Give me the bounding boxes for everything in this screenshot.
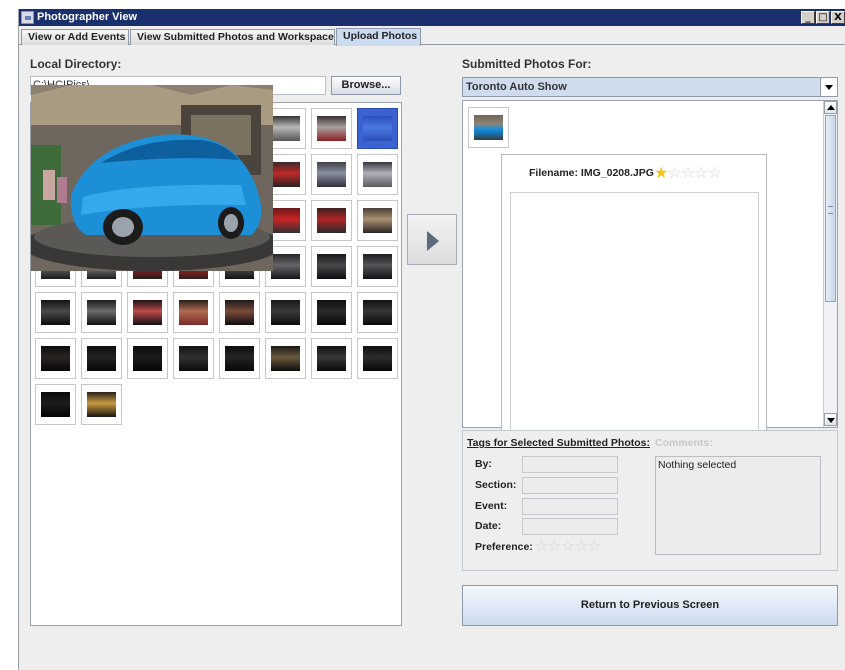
star-icon[interactable]: ☆ xyxy=(681,163,695,182)
by-field[interactable] xyxy=(522,456,618,473)
local-thumbnail[interactable] xyxy=(357,338,398,379)
date-field[interactable] xyxy=(522,518,618,535)
local-thumbnail[interactable] xyxy=(265,292,306,333)
section-label: Section: xyxy=(475,479,517,491)
local-thumbnail[interactable] xyxy=(35,292,76,333)
chevron-down-icon[interactable] xyxy=(820,78,837,96)
date-label: Date: xyxy=(475,520,502,532)
comments-textarea[interactable]: Nothing selected xyxy=(655,456,821,555)
java-app-icon xyxy=(21,11,34,24)
submitted-scrollbar[interactable] xyxy=(823,101,837,427)
star-icon[interactable]: ☆ xyxy=(707,163,721,182)
minimize-button[interactable]: _ xyxy=(801,11,815,24)
star-icon[interactable]: ★ xyxy=(654,163,668,182)
star-icon[interactable]: ☆ xyxy=(561,536,575,555)
local-thumbnail[interactable] xyxy=(311,154,352,195)
star-icon[interactable]: ☆ xyxy=(587,536,601,555)
local-thumbnail[interactable] xyxy=(35,384,76,425)
star-icon[interactable]: ☆ xyxy=(694,163,708,182)
local-thumbnail[interactable] xyxy=(219,292,260,333)
photographer-window: Photographer View _ □ X View or Add Even… xyxy=(18,9,845,670)
local-thumbnail[interactable] xyxy=(311,338,352,379)
local-directory-label: Local Directory: xyxy=(30,57,122,71)
local-thumbnail[interactable] xyxy=(357,200,398,241)
event-label: Event: xyxy=(475,500,508,512)
local-thumbnail[interactable] xyxy=(219,338,260,379)
preview-filename: Filename: IMG_0208.JPG xyxy=(529,167,654,179)
event-selected-value: Toronto Auto Show xyxy=(466,81,567,93)
return-to-previous-button[interactable]: Return to Previous Screen xyxy=(462,585,838,626)
section-field[interactable] xyxy=(522,477,618,494)
local-thumbnail[interactable] xyxy=(357,108,398,149)
tab-upload-photos[interactable]: Upload Photos xyxy=(336,28,421,46)
maximize-button[interactable]: □ xyxy=(816,11,830,24)
preview-photo xyxy=(31,85,273,271)
local-thumbnail[interactable] xyxy=(311,246,352,287)
local-thumbnail[interactable] xyxy=(35,338,76,379)
preview-rating-stars[interactable]: ★☆☆☆☆ xyxy=(654,163,722,182)
preference-label: Preference: xyxy=(475,541,533,553)
tab-view-submitted-photos[interactable]: View Submitted Photos and Workspace xyxy=(130,29,335,45)
scroll-down-button[interactable] xyxy=(824,413,837,426)
local-thumbnail[interactable] xyxy=(357,292,398,333)
comments-title: Comments: xyxy=(655,437,713,449)
right-arrow-icon xyxy=(427,231,439,251)
by-label: By: xyxy=(475,458,492,470)
scroll-thumb[interactable] xyxy=(825,115,836,302)
browse-button[interactable]: Browse... xyxy=(331,76,401,95)
local-thumbnail[interactable] xyxy=(357,246,398,287)
star-icon[interactable]: ☆ xyxy=(667,163,681,182)
photo-preview-popup: Filename: IMG_0208.JPG ★☆☆☆☆ xyxy=(501,154,767,446)
star-icon[interactable]: ☆ xyxy=(574,536,588,555)
add-to-submitted-button[interactable] xyxy=(407,214,457,265)
local-thumbnail[interactable] xyxy=(127,292,168,333)
event-select[interactable]: Toronto Auto Show xyxy=(462,77,838,97)
local-thumbnail[interactable] xyxy=(265,338,306,379)
local-thumbnail[interactable] xyxy=(311,108,352,149)
local-thumbnail[interactable] xyxy=(173,338,214,379)
local-thumbnail[interactable] xyxy=(173,292,214,333)
local-thumbnail[interactable] xyxy=(311,292,352,333)
star-icon[interactable]: ☆ xyxy=(534,536,548,555)
local-thumbnail[interactable] xyxy=(357,154,398,195)
tab-view-or-add-events[interactable]: View or Add Events xyxy=(21,29,129,45)
close-button[interactable]: X xyxy=(831,11,845,24)
preference-rating-stars[interactable]: ☆☆☆☆☆ xyxy=(534,536,602,555)
scroll-up-button[interactable] xyxy=(824,101,837,114)
star-icon[interactable]: ☆ xyxy=(547,536,561,555)
tags-title: Tags for Selected Submitted Photos: xyxy=(467,437,650,449)
blue-car-image xyxy=(31,85,273,271)
submitted-photos-label: Submitted Photos For: xyxy=(462,57,592,71)
local-thumbnail[interactable] xyxy=(311,200,352,241)
local-thumbnail[interactable] xyxy=(81,338,122,379)
window-title: Photographer View xyxy=(37,11,138,23)
local-thumbnail[interactable] xyxy=(81,384,122,425)
submitted-thumbnail[interactable] xyxy=(468,107,509,148)
title-bar: Photographer View _ □ X xyxy=(19,9,845,26)
tab-bar: View or Add Events View Submitted Photos… xyxy=(19,28,845,46)
preview-image-frame xyxy=(510,192,759,442)
local-thumbnail[interactable] xyxy=(81,292,122,333)
local-thumbnail[interactable] xyxy=(127,338,168,379)
event-field[interactable] xyxy=(522,498,618,515)
